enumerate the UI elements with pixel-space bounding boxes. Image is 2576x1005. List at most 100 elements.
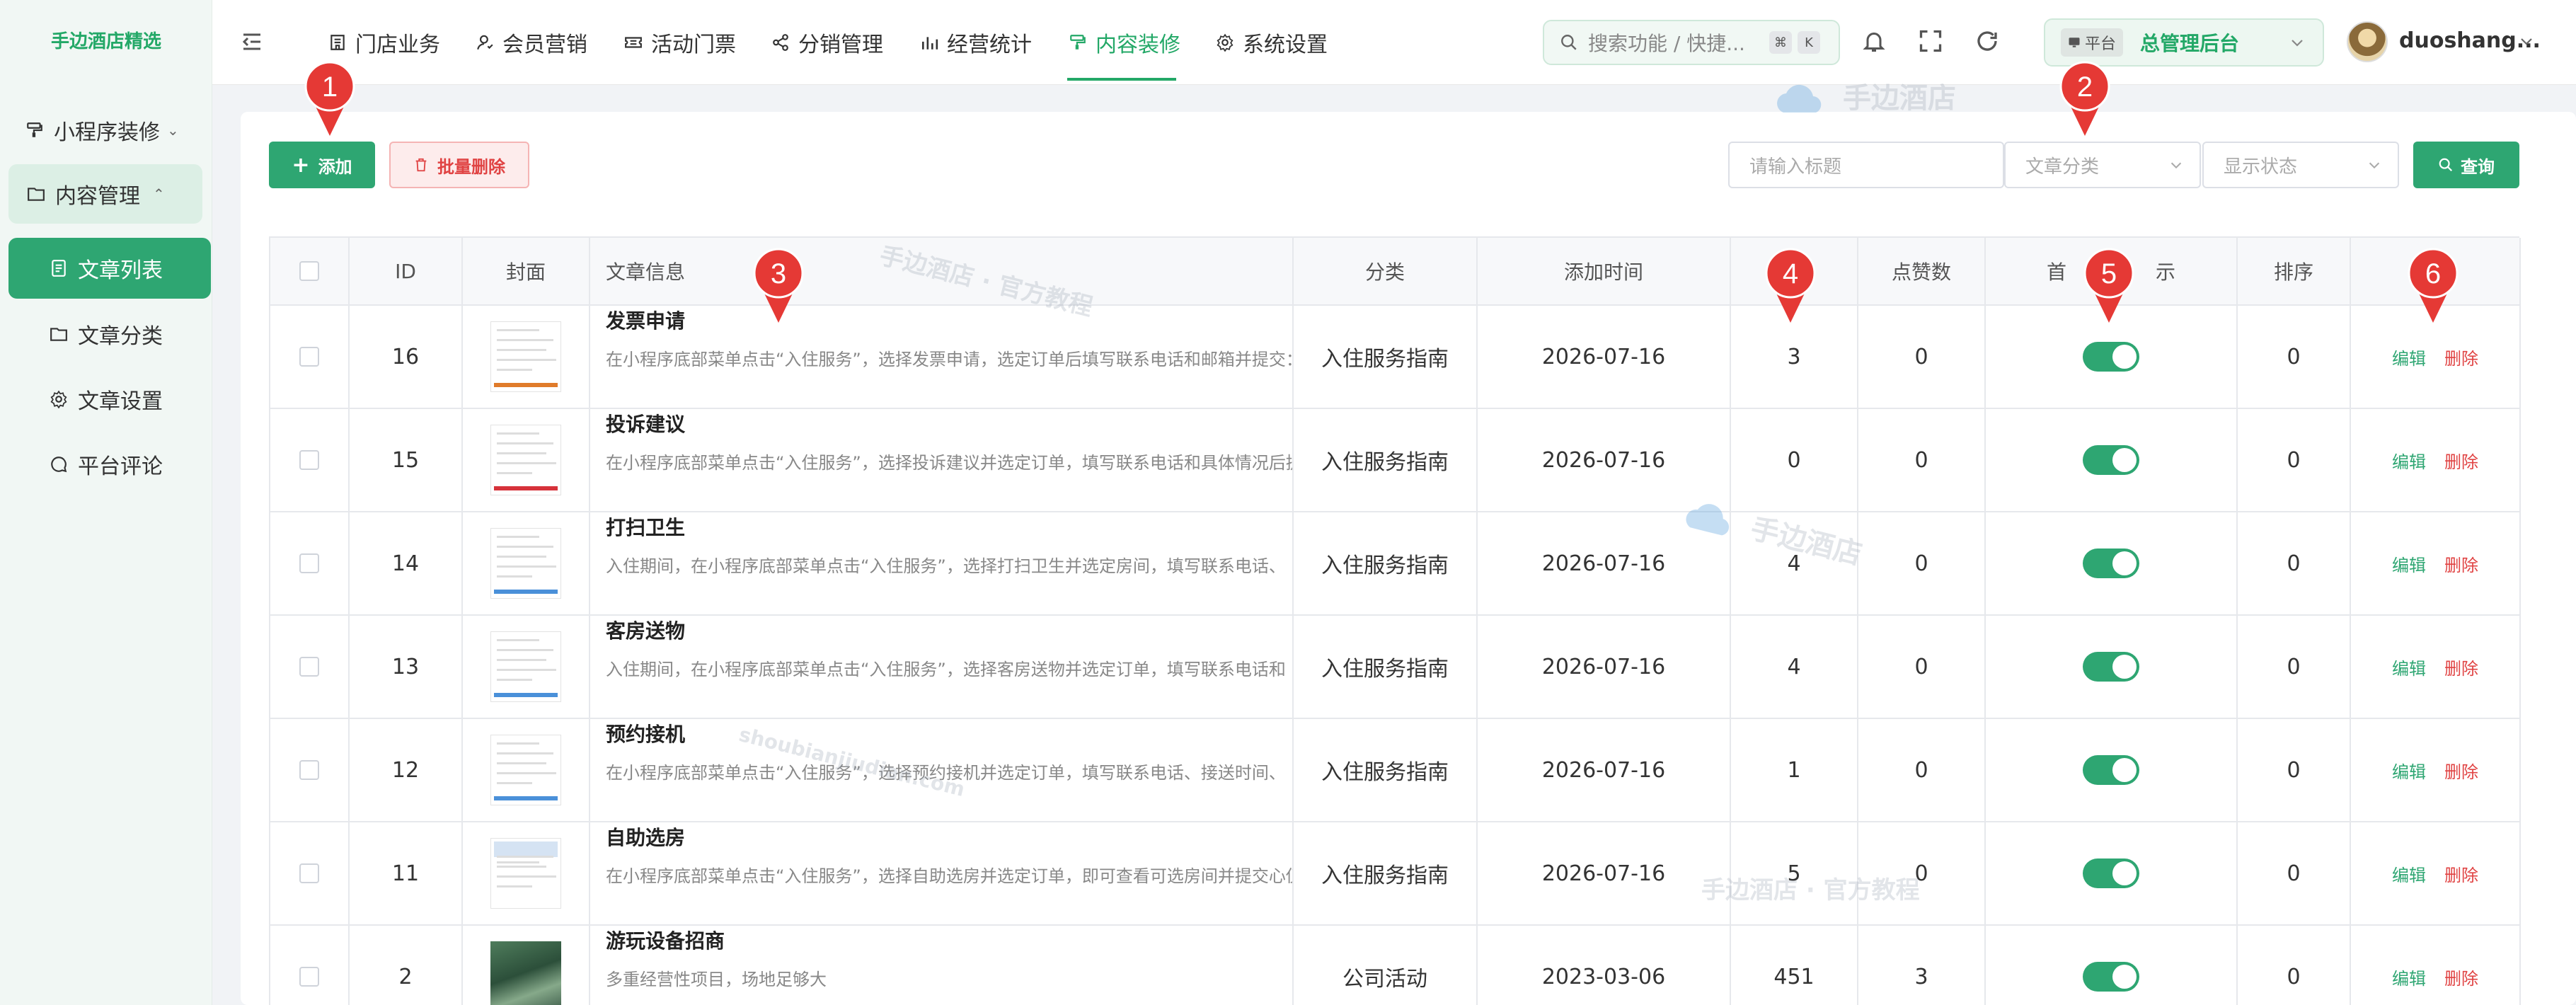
annotation-marker-4: 4 [1765, 248, 1816, 323]
cell-id: 14 [350, 512, 463, 614]
sidebar-group-label: 内容管理 [55, 184, 140, 209]
homepage-display-toggle[interactable] [2083, 755, 2139, 785]
cell-category: 入住服务指南 [1294, 822, 1478, 924]
marker-number: 2 [2077, 71, 2093, 103]
cell-actions: 编辑 删除 [2351, 512, 2521, 614]
sidebar-item-article-settings[interactable]: 文章设置 [48, 378, 204, 420]
nav-distribution[interactable]: 分销管理 [770, 27, 883, 58]
fullscreen-icon[interactable] [1918, 28, 1943, 54]
homepage-display-toggle[interactable] [2083, 858, 2139, 888]
cover-thumbnail[interactable] [490, 941, 561, 1005]
header-label: 首 [2047, 260, 2067, 284]
nav-event-tickets[interactable]: 活动门票 [623, 27, 736, 58]
chevron-down-icon[interactable] [2518, 33, 2535, 50]
share-icon [770, 32, 791, 53]
sidebar-group-content-mgmt[interactable]: 内容管理 ⌃ [8, 164, 202, 224]
marker-number: 5 [2101, 258, 2117, 289]
article-title: 预约接机 [606, 723, 686, 746]
ticket-icon [623, 32, 644, 53]
status-select[interactable]: 显示状态 [2202, 142, 2399, 188]
cell-sort: 0 [2238, 409, 2351, 511]
store-icon [327, 32, 348, 53]
sidebar-item-platform-comments[interactable]: 平台评论 [48, 443, 204, 486]
edit-link[interactable]: 编辑 [2392, 655, 2426, 679]
sidebar-item-article-list[interactable]: 文章列表 [8, 238, 211, 299]
marker-number: 4 [1783, 258, 1798, 289]
collapse-menu-icon[interactable] [241, 31, 263, 52]
cell-actions: 编辑 删除 [2351, 616, 2521, 718]
batch-delete-label: 批量删除 [437, 156, 505, 177]
homepage-display-toggle[interactable] [2083, 342, 2139, 372]
edit-link[interactable]: 编辑 [2392, 448, 2426, 473]
delete-link[interactable]: 删除 [2444, 448, 2478, 473]
query-button[interactable]: 查询 [2413, 142, 2519, 188]
cell-views: 451 [1731, 926, 1858, 1005]
checkbox[interactable] [299, 553, 319, 573]
table-header: ID 封面 文章信息 分类 添加时间 点赞数 首 示 排序 [270, 238, 2521, 306]
sidebar-group-miniprogram-decor[interactable]: 小程序装修 ⌄ [24, 110, 201, 150]
cover-thumbnail[interactable] [490, 425, 561, 495]
checkbox[interactable] [299, 347, 319, 367]
checkbox[interactable] [299, 657, 319, 677]
sidebar-item-article-category[interactable]: 文章分类 [48, 313, 204, 355]
cell-added-time: 2026-07-16 [1478, 616, 1731, 718]
delete-link[interactable]: 删除 [2444, 758, 2478, 783]
title-search-input[interactable]: 请输入标题 [1728, 142, 2004, 188]
nav-content-decor[interactable]: 内容装修 [1067, 27, 1180, 58]
nav-system-settings[interactable]: 系统设置 [1214, 27, 1328, 58]
checkbox[interactable] [299, 863, 319, 883]
article-summary: 在小程序底部菜单点击“入住服务”，选择发票申请，选定订单后填写联系电话和邮箱并提… [606, 350, 1294, 369]
global-search-input[interactable]: 搜索功能 / 快捷... ⌘ K [1543, 20, 1840, 65]
homepage-display-toggle[interactable] [2083, 549, 2139, 578]
cover-thumbnail[interactable] [490, 321, 561, 392]
header-id: ID [350, 238, 463, 304]
delete-link[interactable]: 删除 [2444, 345, 2478, 369]
nav-store-business[interactable]: 门店业务 [327, 27, 440, 58]
row-select[interactable] [270, 306, 350, 408]
cell-cover [463, 409, 590, 511]
row-select[interactable] [270, 822, 350, 924]
delete-link[interactable]: 删除 [2444, 655, 2478, 679]
article-table: ID 封面 文章信息 分类 添加时间 点赞数 首 示 排序 16 发票申请 在小程序… [269, 236, 2521, 1005]
checkbox[interactable] [299, 760, 319, 780]
nav-member-marketing[interactable]: 会员营销 [474, 27, 587, 58]
header-select-all[interactable] [270, 238, 350, 304]
folder-icon [48, 323, 69, 345]
add-button[interactable]: + 添加 [269, 142, 375, 188]
cell-category: 入住服务指南 [1294, 719, 1478, 821]
nav-business-stats[interactable]: 经营统计 [919, 27, 1032, 58]
edit-link[interactable]: 编辑 [2392, 965, 2426, 989]
table-row: 14 打扫卫生 入住期间，在小程序底部菜单点击“入住服务”，选择打扫卫生并选定房间，… [270, 512, 2521, 616]
edit-link[interactable]: 编辑 [2392, 551, 2426, 576]
homepage-display-toggle[interactable] [2083, 445, 2139, 475]
row-select[interactable] [270, 719, 350, 821]
cell-sort: 0 [2238, 822, 2351, 924]
edit-link[interactable]: 编辑 [2392, 345, 2426, 369]
homepage-display-toggle[interactable] [2083, 652, 2139, 682]
cover-thumbnail[interactable] [490, 735, 561, 805]
avatar[interactable] [2347, 21, 2388, 62]
edit-link[interactable]: 编辑 [2392, 861, 2426, 886]
homepage-display-toggle[interactable] [2083, 962, 2139, 992]
title-placeholder: 请输入标题 [1749, 156, 1842, 178]
delete-link[interactable]: 删除 [2444, 551, 2478, 576]
delete-link[interactable]: 删除 [2444, 965, 2478, 989]
row-select[interactable] [270, 512, 350, 614]
cover-thumbnail[interactable] [490, 631, 561, 702]
row-select[interactable] [270, 409, 350, 511]
checkbox[interactable] [299, 967, 319, 987]
cell-category: 入住服务指南 [1294, 616, 1478, 718]
checkbox[interactable] [299, 261, 319, 281]
category-select[interactable]: 文章分类 [2004, 142, 2201, 188]
batch-delete-button[interactable]: 批量删除 [389, 142, 529, 188]
delete-link[interactable]: 删除 [2444, 861, 2478, 886]
cover-thumbnail[interactable] [490, 838, 561, 909]
edit-link[interactable]: 编辑 [2392, 758, 2426, 783]
checkbox[interactable] [299, 450, 319, 470]
row-select[interactable] [270, 616, 350, 718]
refresh-icon[interactable] [1974, 28, 2000, 54]
cover-thumbnail[interactable] [490, 528, 561, 599]
row-select[interactable] [270, 926, 350, 1005]
bar-chart-icon [919, 32, 940, 53]
bell-icon[interactable] [1861, 28, 1887, 54]
